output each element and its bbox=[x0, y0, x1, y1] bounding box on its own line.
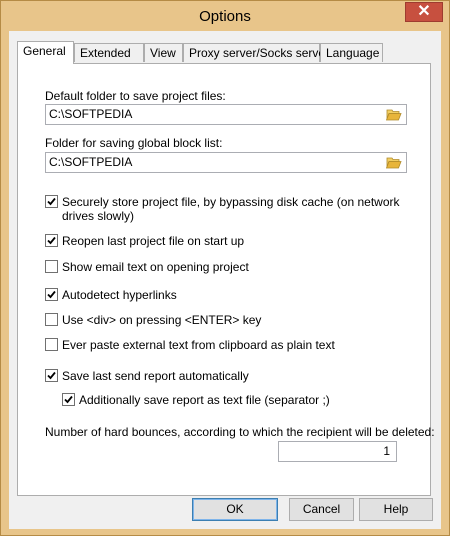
check-icon bbox=[47, 290, 56, 299]
show-email-text-checkbox[interactable] bbox=[45, 260, 58, 273]
save-send-report-label: Save last send report automatically bbox=[62, 369, 249, 383]
options-window: Options ✕ General Extended View Proxy se… bbox=[0, 0, 450, 536]
default-folder-value: C:\SOFTPEDIA bbox=[49, 107, 133, 121]
save-report-text-checkbox[interactable] bbox=[62, 393, 75, 406]
check-icon bbox=[47, 236, 56, 245]
use-div-checkbox[interactable] bbox=[45, 313, 58, 326]
cancel-button[interactable]: Cancel bbox=[289, 498, 354, 521]
help-button[interactable]: Help bbox=[359, 498, 433, 521]
save-report-text-option[interactable]: Additionally save report as text file (s… bbox=[62, 393, 330, 407]
blocklist-folder-field[interactable]: C:\SOFTPEDIA bbox=[45, 152, 407, 173]
blocklist-folder-value: C:\SOFTPEDIA bbox=[49, 155, 133, 169]
general-panel: Default folder to save project files: C:… bbox=[17, 63, 435, 496]
autodetect-hyperlinks-checkbox[interactable] bbox=[45, 288, 58, 301]
autodetect-hyperlinks-label: Autodetect hyperlinks bbox=[62, 288, 177, 302]
save-send-report-option[interactable]: Save last send report automatically bbox=[45, 369, 249, 383]
check-icon bbox=[47, 197, 56, 206]
folder-open-icon[interactable] bbox=[386, 108, 402, 121]
tab-view[interactable]: View bbox=[144, 43, 183, 62]
default-folder-field[interactable]: C:\SOFTPEDIA bbox=[45, 104, 407, 125]
paste-plain-text-label: Ever paste external text from clipboard … bbox=[62, 338, 335, 352]
reopen-last-option[interactable]: Reopen last project file on start up bbox=[45, 234, 244, 248]
save-send-report-checkbox[interactable] bbox=[45, 369, 58, 382]
ok-button[interactable]: OK bbox=[192, 498, 278, 521]
show-email-text-label: Show email text on opening project bbox=[62, 260, 249, 274]
check-icon bbox=[64, 395, 73, 404]
paste-plain-text-option[interactable]: Ever paste external text from clipboard … bbox=[45, 338, 335, 352]
dialog-client: General Extended View Proxy server/Socks… bbox=[9, 31, 441, 529]
check-icon bbox=[47, 371, 56, 380]
hard-bounces-input[interactable]: 1 bbox=[278, 441, 397, 462]
paste-plain-text-checkbox[interactable] bbox=[45, 338, 58, 351]
tab-extended[interactable]: Extended bbox=[74, 43, 144, 62]
reopen-last-checkbox[interactable] bbox=[45, 234, 58, 247]
folder-open-icon[interactable] bbox=[386, 156, 402, 169]
blocklist-folder-label: Folder for saving global block list: bbox=[45, 136, 223, 150]
window-title: Options bbox=[199, 8, 251, 25]
tab-proxy-server[interactable]: Proxy server/Socks server bbox=[183, 43, 329, 62]
use-div-label: Use <div> on pressing <ENTER> key bbox=[62, 313, 262, 327]
default-folder-label: Default folder to save project files: bbox=[45, 89, 226, 103]
use-div-option[interactable]: Use <div> on pressing <ENTER> key bbox=[45, 313, 261, 327]
reopen-last-label: Reopen last project file on start up bbox=[62, 234, 245, 248]
tab-general[interactable]: General bbox=[17, 41, 74, 64]
secure-store-label: Securely store project file, by bypassin… bbox=[62, 195, 400, 223]
close-button[interactable]: ✕ bbox=[405, 2, 443, 22]
close-icon: ✕ bbox=[417, 3, 431, 20]
title-bar[interactable]: Options ✕ bbox=[1, 1, 449, 31]
hard-bounces-label: Number of hard bounces, according to whi… bbox=[45, 425, 435, 439]
secure-store-option[interactable]: Securely store project file, by bypassin… bbox=[45, 195, 405, 223]
autodetect-hyperlinks-option[interactable]: Autodetect hyperlinks bbox=[45, 288, 177, 302]
secure-store-checkbox[interactable] bbox=[45, 195, 58, 208]
tab-language[interactable]: Language bbox=[320, 43, 383, 62]
save-report-text-label: Additionally save report as text file (s… bbox=[79, 393, 330, 407]
show-email-text-option[interactable]: Show email text on opening project bbox=[45, 260, 249, 274]
